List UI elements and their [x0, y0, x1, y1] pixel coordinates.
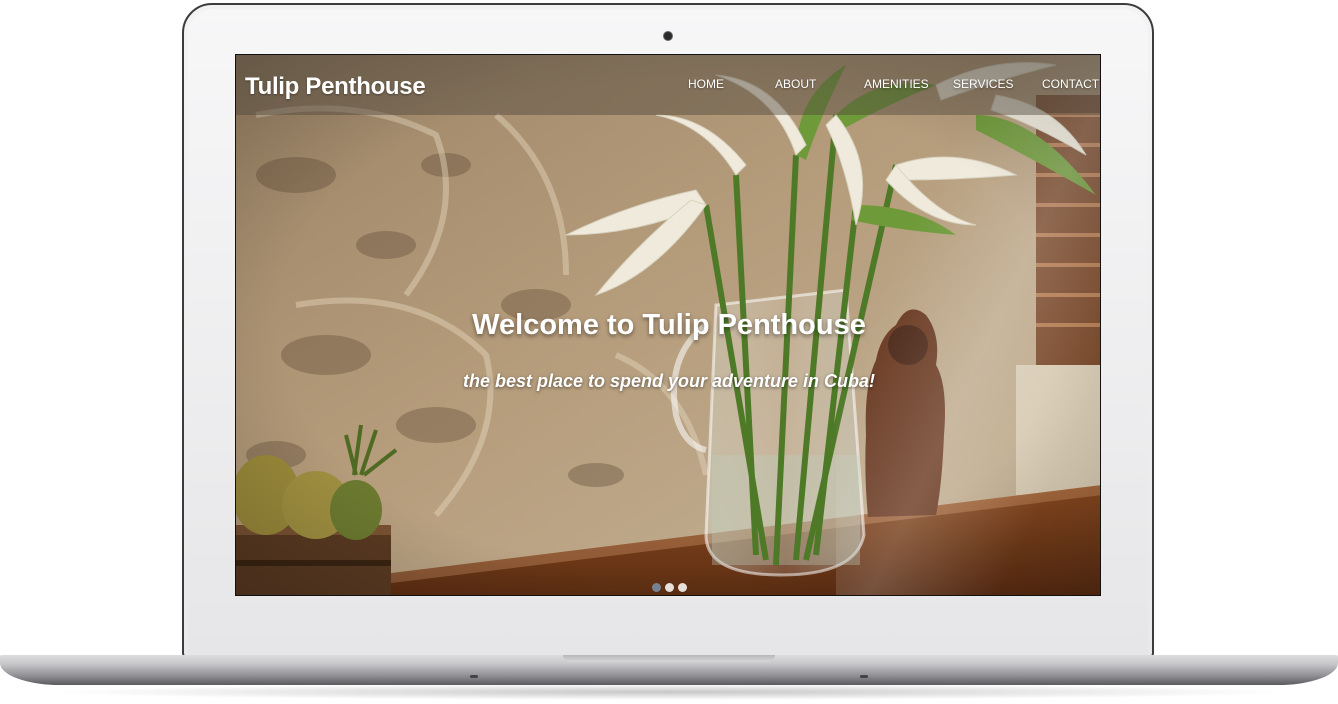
navbar: Tulip Penthouse HOME ABOUT AMENITIES SER… [236, 55, 1100, 115]
laptop-notch [563, 655, 775, 662]
laptop-foot [470, 675, 478, 678]
nav-home-link[interactable]: HOME [688, 77, 724, 91]
nav-contact-link[interactable]: CONTACT [1042, 77, 1099, 91]
nav-about-link[interactable]: ABOUT [775, 77, 816, 91]
nav-services-link[interactable]: SERVICES [953, 77, 1013, 91]
carousel-dot-1[interactable] [652, 583, 661, 592]
screen: Tulip Penthouse HOME ABOUT AMENITIES SER… [235, 54, 1101, 596]
carousel-dot-3[interactable] [678, 583, 687, 592]
nav-amenities-link[interactable]: AMENITIES [864, 77, 929, 91]
hero-title: Welcome to Tulip Penthouse [472, 309, 866, 341]
site-brand-logo[interactable]: Tulip Penthouse [245, 73, 426, 101]
webcam [663, 31, 673, 41]
laptop-foot [860, 675, 868, 678]
carousel-dot-2[interactable] [665, 583, 674, 592]
hero-subtitle: the best place to spend your adventure i… [462, 371, 876, 391]
laptop-shadow [40, 684, 1298, 700]
